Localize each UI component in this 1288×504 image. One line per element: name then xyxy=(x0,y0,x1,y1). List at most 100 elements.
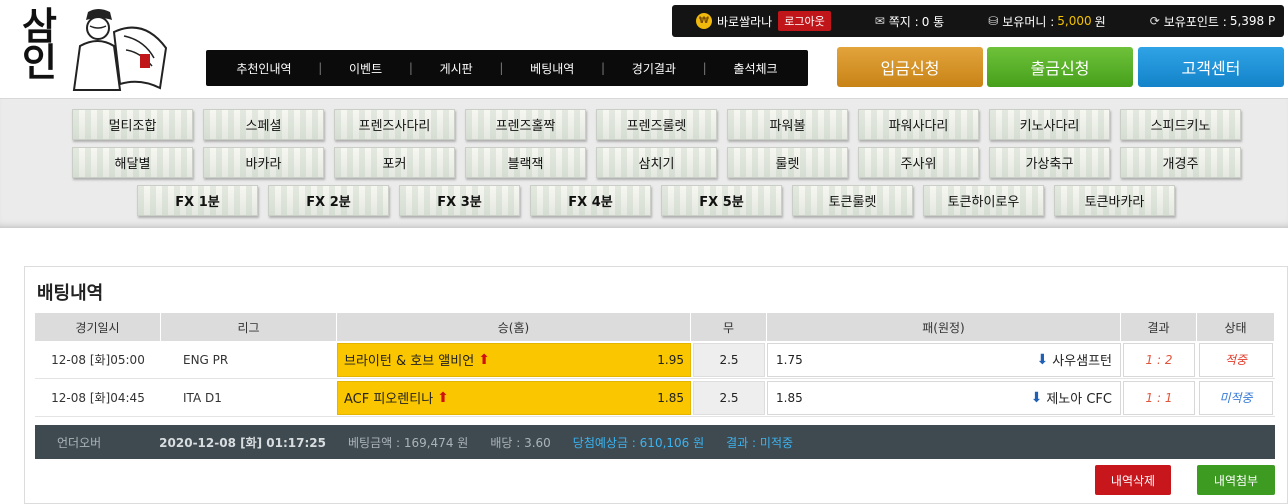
messages-label: 쪽지 : xyxy=(888,14,919,29)
points-info: ⟳ 보유포인트 : 5,398 P xyxy=(1150,13,1276,30)
game-baccarat[interactable]: 바카라 xyxy=(203,147,324,178)
draw-cell-wrap: 2.5 xyxy=(691,379,767,417)
result-cell-wrap: 1 : 1 xyxy=(1121,379,1197,417)
user-account: ₩ 바로쌀라나 로그아웃 xyxy=(672,11,831,31)
away-cell-wrap: 1.75 ⬇ 사우샘프턴 xyxy=(767,341,1121,379)
deposit-button[interactable]: 입금신청 xyxy=(837,47,983,87)
summary-type: 언더오버 xyxy=(57,435,102,450)
game-friends-roulette[interactable]: 프렌즈룰렛 xyxy=(596,109,717,140)
coin-icon: ₩ xyxy=(696,13,712,29)
messages-info[interactable]: ✉ 쪽지 : 0 통 xyxy=(875,13,945,30)
coins-stack-icon: ⛁ xyxy=(988,14,999,28)
row-date: 12-08 [화]05:00 xyxy=(35,341,161,379)
game-row-1: 멀티조합 스페셜 프렌즈사다리 프렌즈홀짝 프렌즈룰렛 파워볼 파워사다리 키노… xyxy=(72,109,1251,140)
delete-history-button[interactable]: 내역삭제 xyxy=(1095,465,1171,495)
game-fx-4[interactable]: FX 4분 xyxy=(530,185,651,216)
nav-referral[interactable]: 추천인내역 xyxy=(222,60,305,77)
game-dog-race[interactable]: 개경주 xyxy=(1120,147,1241,178)
home-team-name: 브라이턴 & 호브 앨비언 xyxy=(344,354,475,369)
game-friends-ladder[interactable]: 프렌즈사다리 xyxy=(334,109,455,140)
draw-odds[interactable]: 2.5 xyxy=(693,342,765,377)
summary-bet-amount: 베팅금액 : 169,474 원 xyxy=(348,435,469,450)
game-menu: 멀티조합 스페셜 프렌즈사다리 프렌즈홀짝 프렌즈룰렛 파워볼 파워사다리 키노… xyxy=(0,98,1288,228)
game-keno-ladder[interactable]: 키노사다리 xyxy=(989,109,1110,140)
points-label: 보유포인트 : xyxy=(1163,14,1227,29)
bet-summary-bar: 언더오버 2020-12-08 [화] 01:17:25 베팅금액 : 169,… xyxy=(35,425,1275,459)
draw-odds[interactable]: 2.5 xyxy=(693,380,765,415)
away-team-name: 사우샘프턴 xyxy=(1052,354,1112,369)
row-status: 미적중 xyxy=(1199,380,1273,415)
row-date: 12-08 [화]04:45 xyxy=(35,379,161,417)
nav-results[interactable]: 경기결과 xyxy=(618,60,690,77)
home-pick[interactable]: 브라이턴 & 호브 앨비언 ⬆ 1.95 xyxy=(337,342,691,377)
game-fx-5[interactable]: FX 5분 xyxy=(661,185,782,216)
game-powerball[interactable]: 파워볼 xyxy=(727,109,848,140)
support-button[interactable]: 고객센터 xyxy=(1138,47,1284,87)
row-result: 1 : 2 xyxy=(1123,342,1195,377)
logo-text: 삼인 xyxy=(14,6,59,78)
game-fx-1[interactable]: FX 1분 xyxy=(137,185,258,216)
refresh-icon[interactable]: ⟳ xyxy=(1150,14,1160,28)
game-row-3: FX 1분 FX 2분 FX 3분 FX 4분 FX 5분 토큰룰렛 토큰하이로… xyxy=(137,185,1185,216)
points-value: 5,398 P xyxy=(1229,14,1276,28)
away-team: ⬇ 사우샘프턴 xyxy=(1036,350,1112,370)
game-fx-2[interactable]: FX 2분 xyxy=(268,185,389,216)
col-draw: 무 xyxy=(691,313,767,341)
withdraw-button[interactable]: 출금신청 xyxy=(987,47,1133,87)
status-cell-wrap: 미적중 xyxy=(1197,379,1275,417)
table-header-row: 경기일시 리그 승(홈) 무 패(원정) 결과 상태 xyxy=(35,313,1275,341)
game-dice[interactable]: 주사위 xyxy=(858,147,979,178)
game-token-hilo[interactable]: 토큰하이로우 xyxy=(923,185,1044,216)
game-virtual-soccer[interactable]: 가상축구 xyxy=(989,147,1110,178)
game-special[interactable]: 스페셜 xyxy=(203,109,324,140)
game-samchigi[interactable]: 삼치기 xyxy=(596,147,717,178)
nav-event[interactable]: 이벤트 xyxy=(335,60,396,77)
nav-divider: | xyxy=(318,61,323,75)
game-blackjack[interactable]: 블랙잭 xyxy=(465,147,586,178)
game-friends-oddeven[interactable]: 프렌즈홀짝 xyxy=(465,109,586,140)
summary-expected: 당첨예상금 : 610,106 원 xyxy=(572,435,705,450)
home-pick[interactable]: ACF 피오렌티나 ⬆ 1.85 xyxy=(337,380,691,415)
game-token-baccarat[interactable]: 토큰바카라 xyxy=(1054,185,1175,216)
envelope-icon: ✉ xyxy=(874,14,885,28)
nav-attendance[interactable]: 출석체크 xyxy=(719,60,791,77)
logout-button[interactable]: 로그아웃 xyxy=(778,11,831,31)
user-info-bar: ₩ 바로쌀라나 로그아웃 ✉ 쪽지 : 0 통 ⛁ 보유머니 : 5,000 원… xyxy=(672,5,1284,37)
away-pick[interactable]: 1.75 ⬇ 사우샘프턴 xyxy=(767,342,1121,377)
game-token-roulette[interactable]: 토큰룰렛 xyxy=(792,185,913,216)
away-team: ⬇ 제노아 CFC xyxy=(1030,388,1112,408)
game-multi-combo[interactable]: 멀티조합 xyxy=(72,109,193,140)
row-league: ENG PR xyxy=(161,341,337,379)
attach-history-button[interactable]: 내역첨부 xyxy=(1197,465,1275,495)
nav-divider: | xyxy=(601,61,606,75)
arrow-up-icon: ⬆ xyxy=(478,351,490,368)
site-logo[interactable]: 삼인 xyxy=(14,6,176,94)
home-cell-wrap: ACF 피오렌티나 ⬆ 1.85 xyxy=(337,379,691,417)
game-sun-moon-star[interactable]: 해달별 xyxy=(72,147,193,178)
game-speed-keno[interactable]: 스피드키노 xyxy=(1120,109,1241,140)
game-poker[interactable]: 포커 xyxy=(334,147,455,178)
game-fx-3[interactable]: FX 3분 xyxy=(399,185,520,216)
home-cell-wrap: 브라이턴 & 호브 앨비언 ⬆ 1.95 xyxy=(337,341,691,379)
away-pick[interactable]: 1.85 ⬇ 제노아 CFC xyxy=(767,380,1121,415)
away-cell-wrap: 1.85 ⬇ 제노아 CFC xyxy=(767,379,1121,417)
nav-bet-history[interactable]: 베팅내역 xyxy=(516,60,588,77)
bet-history-panel: 배팅내역 경기일시 리그 승(홈) 무 패(원정) 결과 상태 12-08 [화… xyxy=(24,266,1288,504)
money-unit: 원 xyxy=(1094,14,1106,29)
game-power-ladder[interactable]: 파워사다리 xyxy=(858,109,979,140)
nav-board[interactable]: 게시판 xyxy=(426,60,487,77)
col-result: 결과 xyxy=(1121,313,1197,341)
arrow-down-icon: ⬇ xyxy=(1030,389,1043,406)
col-status: 상태 xyxy=(1197,313,1275,341)
home-odds: 1.85 xyxy=(657,390,684,405)
home-team-name: ACF 피오렌티나 xyxy=(344,392,434,407)
result-cell-wrap: 1 : 2 xyxy=(1121,341,1197,379)
money-info: ⛁ 보유머니 : 5,000 원 xyxy=(988,13,1106,30)
game-roulette[interactable]: 룰렛 xyxy=(727,147,848,178)
col-home: 승(홈) xyxy=(337,313,691,341)
nav-divider: | xyxy=(702,61,707,75)
row-league: ITA D1 xyxy=(161,379,337,417)
home-team: 브라이턴 & 호브 앨비언 ⬆ xyxy=(344,350,490,370)
row-result: 1 : 1 xyxy=(1123,380,1195,415)
nav-divider: | xyxy=(499,61,504,75)
